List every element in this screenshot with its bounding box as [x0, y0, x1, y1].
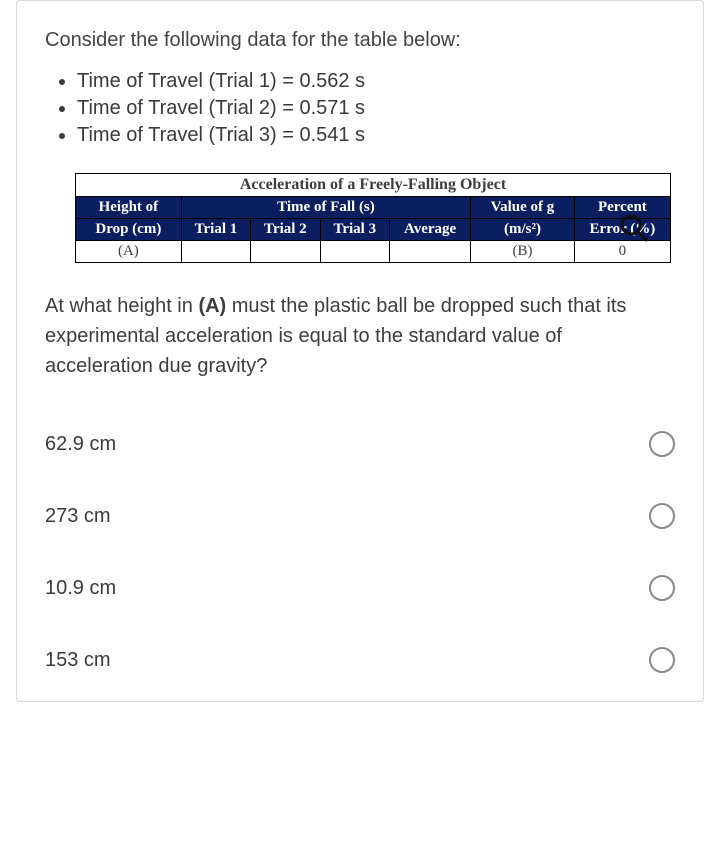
th-trial3: Trial 3 — [320, 219, 389, 241]
th-percent-l1: Percent — [574, 197, 670, 219]
cell-a: (A) — [76, 241, 182, 263]
th-percent-l2: Error (%) — [574, 219, 670, 241]
cell-t1 — [181, 241, 250, 263]
th-average: Average — [390, 219, 471, 241]
th-trial1: Trial 1 — [181, 219, 250, 241]
th-time-group: Time of Fall (s) — [181, 197, 470, 219]
radio-button[interactable] — [649, 647, 675, 673]
cell-b: (B) — [471, 241, 575, 263]
th-height-l1: Height of — [76, 197, 182, 219]
table-caption: Acceleration of a Freely-Falling Object — [76, 174, 671, 197]
th-value-l2: (m/s²) — [471, 219, 575, 241]
th-trial2: Trial 2 — [251, 219, 320, 241]
question-text: At what height in (A) must the plastic b… — [45, 291, 675, 381]
radio-button[interactable] — [649, 431, 675, 457]
option-row[interactable]: 62.9 cm — [45, 431, 675, 457]
option-label: 62.9 cm — [45, 433, 116, 456]
cell-t2 — [251, 241, 320, 263]
th-value-l1-text: Value of g — [491, 199, 555, 215]
th-value-l1: Value of g — [471, 197, 575, 219]
table-container: Acceleration of a Freely-Falling Object … — [75, 173, 671, 263]
intro-text: Consider the following data for the tabl… — [45, 29, 675, 52]
th-height-l2: Drop (cm) — [76, 219, 182, 241]
given-data-list: Time of Travel (Trial 1) = 0.562 s Time … — [57, 70, 675, 147]
cell-avg — [390, 241, 471, 263]
option-label: 273 cm — [45, 505, 111, 528]
list-item: Time of Travel (Trial 3) = 0.541 s — [77, 124, 675, 147]
radio-button[interactable] — [649, 575, 675, 601]
option-row[interactable]: 153 cm — [45, 647, 675, 673]
cell-t3 — [320, 241, 389, 263]
question-card: Consider the following data for the tabl… — [16, 0, 704, 702]
option-label: 153 cm — [45, 649, 111, 672]
option-row[interactable]: 273 cm — [45, 503, 675, 529]
data-table: Acceleration of a Freely-Falling Object … — [75, 173, 671, 263]
list-item: Time of Travel (Trial 2) = 0.571 s — [77, 97, 675, 120]
radio-button[interactable] — [649, 503, 675, 529]
option-row[interactable]: 10.9 cm — [45, 575, 675, 601]
option-label: 10.9 cm — [45, 577, 116, 600]
cell-err: 0 — [574, 241, 670, 263]
list-item: Time of Travel (Trial 1) = 0.562 s — [77, 70, 675, 93]
